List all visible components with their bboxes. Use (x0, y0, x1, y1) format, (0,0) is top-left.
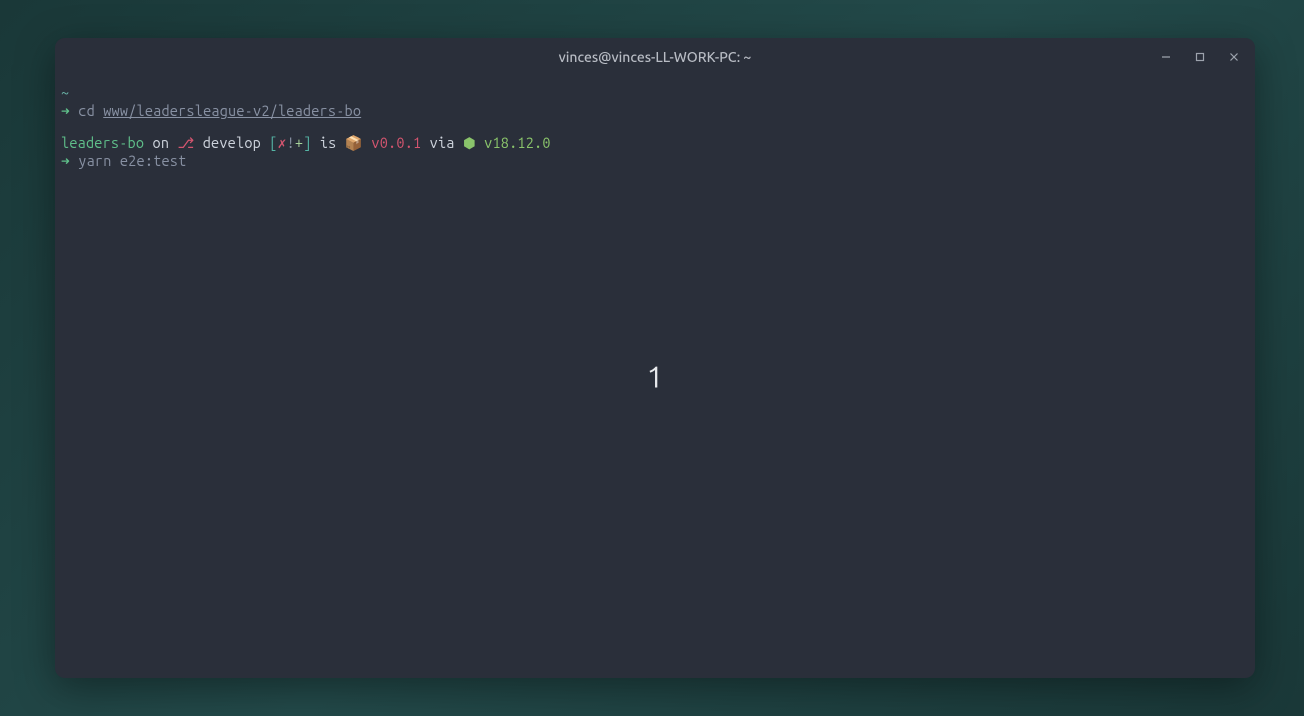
terminal-window: vinces@vinces-LL-WORK-PC: ~ ~ ➜ cd www/l… (55, 38, 1255, 678)
window-title: vinces@vinces-LL-WORK-PC: ~ (559, 49, 752, 65)
maximize-button[interactable] (1183, 42, 1217, 72)
terminal-line: ➜ cd www/leadersleague-v2/leaders-bo (61, 102, 1249, 120)
window-controls (1149, 38, 1251, 76)
bracket-close: ] (303, 134, 311, 151)
close-button[interactable] (1217, 42, 1251, 72)
bracket-open: [ (269, 134, 277, 151)
home-tilde: ~ (61, 84, 69, 101)
prompt-is: is (312, 134, 345, 151)
titlebar[interactable]: vinces@vinces-LL-WORK-PC: ~ (55, 38, 1255, 76)
minimize-button[interactable] (1149, 42, 1183, 72)
command-text: cd (78, 102, 103, 119)
package-version: v0.0.1 (363, 134, 421, 151)
command-text: yarn e2e:test (78, 152, 186, 169)
path-link[interactable]: www/leadersleague-v2/leaders-bo (103, 102, 361, 119)
prompt-via: via (421, 134, 463, 151)
prompt-arrow-icon: ➜ (61, 152, 70, 169)
git-staged-icon: + (295, 134, 303, 151)
prompt-arrow-icon: ➜ (61, 102, 70, 119)
node-version: v18.12.0 (484, 134, 551, 151)
prompt-line: leaders-bo on ⎇ develop [✗!+] is 📦 v0.0.… (61, 134, 1249, 152)
maximize-icon (1195, 52, 1205, 62)
prompt-on: on (144, 134, 177, 151)
blank-line (61, 120, 1249, 134)
overlay-number: 1 (646, 358, 663, 396)
node-icon: ⬢ (463, 134, 484, 151)
git-branch-icon: ⎇ (177, 134, 194, 151)
git-modified-icon: ! (287, 134, 295, 151)
minimize-icon (1161, 52, 1171, 62)
terminal-line: ~ (61, 84, 1249, 102)
branch-name: develop (194, 134, 269, 151)
git-dirty-icon: ✗ (278, 134, 287, 151)
close-icon (1229, 52, 1239, 62)
repo-name: leaders-bo (61, 134, 144, 151)
package-icon: 📦 (345, 134, 363, 151)
terminal-line: ➜ yarn e2e:test (61, 152, 1249, 170)
terminal-body[interactable]: ~ ➜ cd www/leadersleague-v2/leaders-bo l… (55, 76, 1255, 678)
